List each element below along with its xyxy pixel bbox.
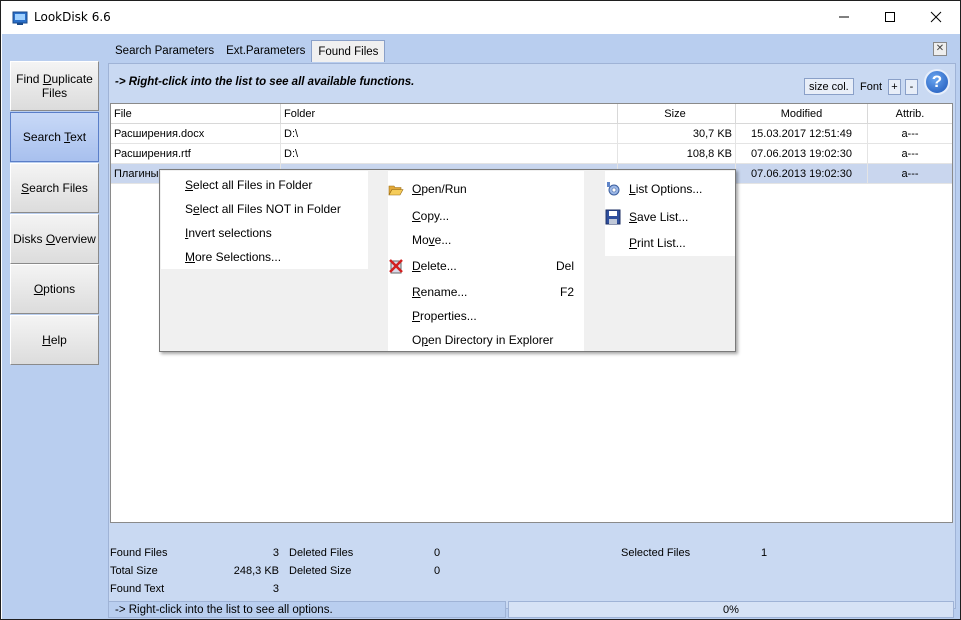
menu-item-rename[interactable]: Rename... F2 (412, 280, 574, 304)
menu-item-invert-selections[interactable]: Invert selections (185, 221, 272, 245)
tab-found-files[interactable]: Found Files (311, 40, 386, 62)
tab-bar: Search Parameters Ext.Parameters Found F… (109, 40, 386, 62)
tab-search-parameters[interactable]: Search Parameters (109, 40, 220, 62)
font-label: Font (860, 81, 883, 93)
tab-ext-parameters[interactable]: Ext.Parameters (220, 40, 311, 62)
cell-size: 108,8 KB (618, 144, 736, 164)
status-text: -> Right-click into the list to see all … (108, 601, 506, 618)
list-options-icon (607, 182, 620, 196)
context-menu: Select all Files in Folder Se lect all Fi… (159, 169, 736, 352)
selected-files-label: Selected Files (621, 547, 691, 559)
app-window: LookDisk 6.6 Find Duplicate Files Search… (0, 0, 961, 620)
search-text-button[interactable]: Search Text (10, 112, 99, 162)
column-header-file[interactable]: File (111, 104, 281, 124)
menu-item-print-list[interactable]: Print List... (629, 231, 686, 255)
menu-item-select-all-in-folder[interactable]: Select all Files in Folder (185, 173, 312, 197)
save-icon (605, 209, 621, 225)
close-icon (930, 11, 942, 23)
disks-overview-label: Disks Overview (13, 232, 96, 246)
minimize-button[interactable] (821, 1, 867, 33)
cell-attrib: a--- (901, 128, 919, 140)
cell-folder: D:\ (281, 144, 618, 164)
deleted-size-label: Deleted Size (289, 565, 352, 577)
delete-icon (389, 259, 403, 274)
table-row[interactable]: Расширения.docx D:\ 30,7 KB 15.03.2017 1… (111, 124, 952, 144)
total-size-value: 248,3 KB (233, 565, 279, 577)
rename-shortcut: F2 (559, 285, 574, 299)
options-label: Options (33, 282, 76, 296)
sidebar: Find Duplicate Files Search Text Search … (2, 34, 104, 619)
column-header-folder[interactable]: Folder (281, 104, 618, 124)
table-row[interactable]: Расширения.rtf D:\ 108,8 KB 07.06.2013 1… (111, 144, 952, 164)
deleted-size-value: 0 (434, 565, 441, 577)
found-text-label: Found Text (110, 583, 165, 595)
tab-close-icon[interactable]: ✕ (933, 42, 947, 56)
total-size-label: Total Size (110, 565, 158, 577)
help-button[interactable]: Help (10, 315, 99, 365)
window-title: LookDisk 6.6 (34, 10, 111, 24)
found-files-label: Found Files (110, 547, 168, 559)
found-text-value: 3 (272, 583, 279, 595)
minimize-icon (839, 16, 849, 18)
search-files-button[interactable]: Search Files (10, 163, 99, 213)
maximize-button[interactable] (867, 1, 913, 33)
title-bar: LookDisk 6.6 (1, 1, 960, 34)
column-header-attrib[interactable]: Attrib. (868, 104, 952, 124)
cell-modified: 15.03.2017 12:51:49 (736, 124, 868, 144)
menu-item-open-run[interactable]: Open/Run (412, 177, 574, 201)
menu-item-open-directory[interactable]: Op en Directory in Explorer (412, 328, 574, 352)
context-menu-file-group: Open/Run Copy... Mo v e... Delete... Del R… (388, 171, 584, 351)
cell-size: 30,7 KB (618, 124, 736, 144)
deleted-files-value: 0 (434, 547, 441, 559)
size-col-button[interactable]: size col. (804, 78, 854, 95)
find-duplicate-files-button[interactable]: Find Duplicate Files (10, 61, 99, 111)
menu-item-delete[interactable]: Delete... Del (412, 254, 574, 278)
context-menu-list-group: List Options... Save List... Print List.… (605, 171, 735, 256)
deleted-files-label: Deleted Files (289, 547, 354, 559)
maximize-icon (885, 12, 895, 22)
found-files-value: 3 (272, 547, 279, 559)
column-header-size[interactable]: Size (618, 104, 736, 124)
toolbar-hint: -> Right-click into the list to see all … (115, 76, 415, 88)
menu-item-more-selections[interactable]: More Selections... (185, 245, 281, 269)
cell-modified: 07.06.2013 19:02:30 (736, 144, 868, 164)
menu-item-move[interactable]: Mo v e... (412, 228, 574, 252)
close-button[interactable] (913, 1, 959, 33)
column-header-modified[interactable]: Modified (736, 104, 868, 124)
app-logo-icon (12, 11, 28, 25)
font-decrease-button[interactable]: - (905, 79, 918, 95)
search-files-label: Search Files (21, 181, 88, 195)
menu-item-copy[interactable]: Copy... (412, 204, 574, 228)
list-header: File Folder Size Modified Attrib. (111, 104, 952, 124)
context-menu-selection-group: Select all Files in Folder Se lect all Fi… (161, 171, 368, 269)
find-duplicate-files-label: Find Duplicate Files (16, 72, 93, 100)
disks-overview-button[interactable]: Disks Overview (10, 214, 99, 264)
cell-folder: D:\ (281, 124, 618, 144)
progress-bar: 0% (508, 601, 954, 618)
delete-shortcut: Del (555, 259, 574, 273)
cell-file: Расширения.docx (111, 124, 281, 144)
menu-item-list-options[interactable]: List Options... (629, 177, 702, 201)
menu-item-select-all-not-in-folder[interactable]: Se lect all Files NOT in Folder (185, 197, 341, 221)
menu-item-save-list[interactable]: Save List... (629, 205, 688, 229)
cell-modified: 07.06.2013 19:02:30 (736, 164, 868, 184)
search-text-label: Search Text (22, 130, 87, 144)
options-button[interactable]: Options (10, 264, 99, 314)
font-increase-button[interactable]: + (888, 79, 901, 95)
cell-file: Расширения.rtf (111, 144, 281, 164)
help-label: Help (42, 333, 67, 347)
folder-open-icon (388, 185, 404, 196)
status-bar: -> Right-click into the list to see all … (108, 601, 956, 618)
selected-files-value: 1 (761, 547, 768, 559)
cell-attrib: a--- (901, 168, 919, 180)
menu-item-properties[interactable]: Properties... (412, 304, 574, 328)
help-icon[interactable]: ? (924, 69, 950, 95)
cell-attrib: a--- (901, 148, 919, 160)
